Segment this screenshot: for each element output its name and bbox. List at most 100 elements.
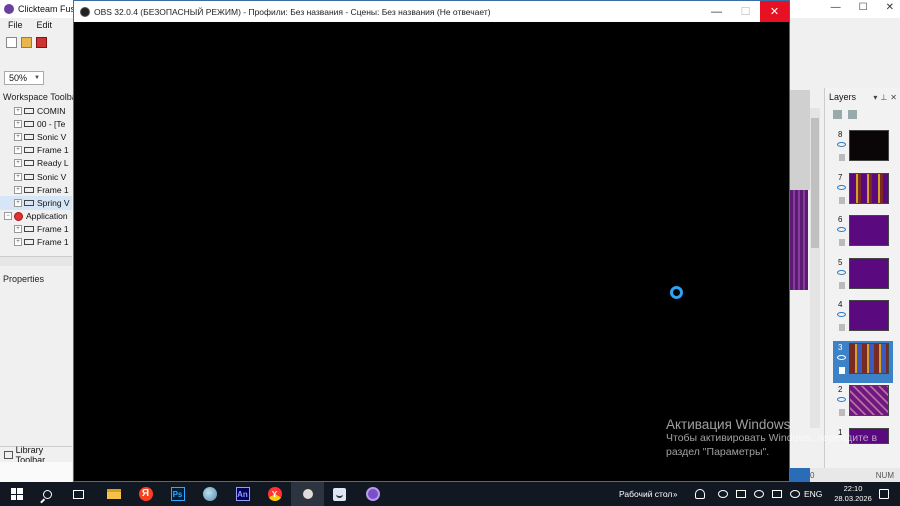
open-folder-icon[interactable] <box>21 36 32 48</box>
eye-icon[interactable] <box>837 184 846 190</box>
layer-thumbnail <box>849 342 889 374</box>
frame-icon <box>24 173 34 180</box>
obs-close-button[interactable]: ✕ <box>760 1 789 22</box>
tree-item[interactable]: + Sonic V <box>0 130 72 143</box>
tree-item[interactable]: + Frame 1 <box>0 183 72 196</box>
expand-icon[interactable]: + <box>14 172 22 181</box>
layer-row-selected[interactable]: 3 <box>833 340 893 383</box>
menu-edit[interactable]: Edit <box>37 20 53 30</box>
taskbar-file-explorer[interactable] <box>97 482 130 506</box>
eye-icon[interactable] <box>837 142 846 147</box>
tree-item[interactable]: + Frame 1 <box>0 144 72 157</box>
collapse-icon[interactable]: − <box>4 212 12 221</box>
show-hidden-icons-icon[interactable] <box>718 490 728 498</box>
eye-icon[interactable] <box>837 227 846 232</box>
network-icon[interactable] <box>754 490 764 498</box>
eye-icon[interactable] <box>837 354 846 360</box>
frame-icon <box>24 199 34 206</box>
search-button[interactable] <box>31 482 64 506</box>
workspace-horizontal-scrollbar[interactable] <box>0 256 72 266</box>
expand-icon[interactable]: + <box>14 106 22 115</box>
expand-icon[interactable]: + <box>14 159 22 168</box>
clickteam-window-buttons: — ☐ ✕ <box>831 2 894 13</box>
clock[interactable]: 22:10 28.03.2026 <box>823 482 883 506</box>
eye-icon[interactable] <box>837 269 846 275</box>
expand-icon[interactable]: + <box>14 238 22 247</box>
desktop-toolbar-overflow[interactable]: » <box>673 482 677 506</box>
lock-icon[interactable] <box>839 281 845 289</box>
expand-icon[interactable]: + <box>14 198 22 207</box>
layer-row[interactable]: 7 <box>833 171 893 214</box>
layer-row[interactable]: 6 <box>833 213 893 256</box>
layer-row[interactable]: 8 <box>833 128 893 171</box>
expand-icon[interactable]: + <box>14 146 22 155</box>
expand-icon[interactable]: + <box>14 225 22 234</box>
taskbar-clickteam-fusion[interactable] <box>356 482 389 506</box>
new-file-icon[interactable] <box>6 36 17 48</box>
new-layer-icon[interactable] <box>833 109 842 119</box>
globe-app-icon <box>202 487 217 501</box>
eye-icon[interactable] <box>837 397 846 402</box>
layers-title: Layers <box>829 92 857 102</box>
taskbar-pinned-app[interactable] <box>323 482 356 506</box>
volume-icon[interactable] <box>790 490 800 498</box>
menu-file[interactable]: File <box>8 20 23 30</box>
frame-editor-preview <box>790 190 808 290</box>
layer-number: 8 <box>838 130 843 139</box>
obs-maximize-button[interactable]: ☐ <box>731 1 760 22</box>
lock-icon[interactable] <box>839 154 845 161</box>
tree-item-label: Frame 1 <box>37 145 69 156</box>
people-icon[interactable] <box>695 489 705 499</box>
taskbar-animate[interactable]: An <box>226 482 259 506</box>
lock-icon[interactable] <box>839 196 845 204</box>
obs-window-title: OBS 32.0.4 (БЕЗОПАСНЫЙ РЕЖИМ) - Профили:… <box>94 6 491 17</box>
lock-icon[interactable] <box>839 239 845 246</box>
tray-app-icon[interactable] <box>736 490 746 498</box>
zoom-value: 50% <box>9 73 28 83</box>
battery-icon[interactable] <box>772 490 782 498</box>
taskbar-yandex[interactable]: Я <box>129 482 162 506</box>
clickteam-close-button[interactable]: ✕ <box>886 2 894 13</box>
lock-icon[interactable] <box>839 409 845 416</box>
taskbar-obs[interactable] <box>291 482 324 506</box>
desktop-toolbar[interactable]: Рабочий стол <box>619 482 672 506</box>
close-icon[interactable]: ✕ <box>890 93 897 102</box>
zoom-select[interactable]: 50% ▼ <box>4 71 44 85</box>
tree-item[interactable]: +00 - [Te <box>0 117 72 130</box>
tree-item[interactable]: + Ready L <box>0 157 72 170</box>
expand-icon[interactable]: + <box>14 132 22 141</box>
eye-icon[interactable] <box>837 312 846 317</box>
obs-titlebar[interactable]: OBS 32.0.4 (БЕЗОПАСНЫЙ РЕЖИМ) - Профили:… <box>74 1 789 22</box>
tree-item[interactable]: + COMIN <box>0 104 72 117</box>
delete-layer-icon[interactable] <box>848 109 857 119</box>
tree-item-application[interactable]: − Application <box>0 210 72 223</box>
clickteam-minimize-button[interactable]: — <box>831 2 841 13</box>
language-indicator[interactable]: ENG <box>804 482 822 506</box>
scrollbar-thumb[interactable] <box>811 118 819 248</box>
status-bar: 0 NUM <box>790 468 900 482</box>
tree-item-selected[interactable]: + Spring V <box>0 196 72 210</box>
obs-minimize-button[interactable]: — <box>702 1 731 22</box>
layer-row[interactable]: 5 <box>833 256 893 299</box>
tree-item[interactable]: + Frame 1 <box>0 236 72 249</box>
tree-item[interactable]: + Sonic V <box>0 170 72 183</box>
layer-thumbnail <box>849 257 889 289</box>
pin-icon[interactable]: ⊥ <box>880 93 887 102</box>
chevron-down-icon[interactable]: ▾ <box>873 93 877 102</box>
taskbar-photoshop[interactable]: Ps <box>161 482 194 506</box>
taskbar-globe-app[interactable] <box>193 482 226 506</box>
taskbar-yandex-browser[interactable]: Y <box>258 482 291 506</box>
layer-row[interactable]: 4 <box>833 298 893 341</box>
layers-scrollbar[interactable] <box>810 108 820 428</box>
lock-icon[interactable] <box>839 324 845 331</box>
lock-icon[interactable] <box>839 366 845 374</box>
activation-line-2: раздел "Параметры". <box>666 445 770 458</box>
start-button[interactable] <box>0 482 33 506</box>
save-icon[interactable] <box>36 36 47 48</box>
tree-item[interactable]: + Frame 1 <box>0 223 72 236</box>
clickteam-maximize-button[interactable]: ☐ <box>859 2 868 13</box>
notification-center-icon[interactable] <box>879 489 889 499</box>
task-view-button[interactable] <box>62 482 95 506</box>
expand-icon[interactable]: + <box>14 185 22 194</box>
expand-icon[interactable]: + <box>14 119 22 128</box>
